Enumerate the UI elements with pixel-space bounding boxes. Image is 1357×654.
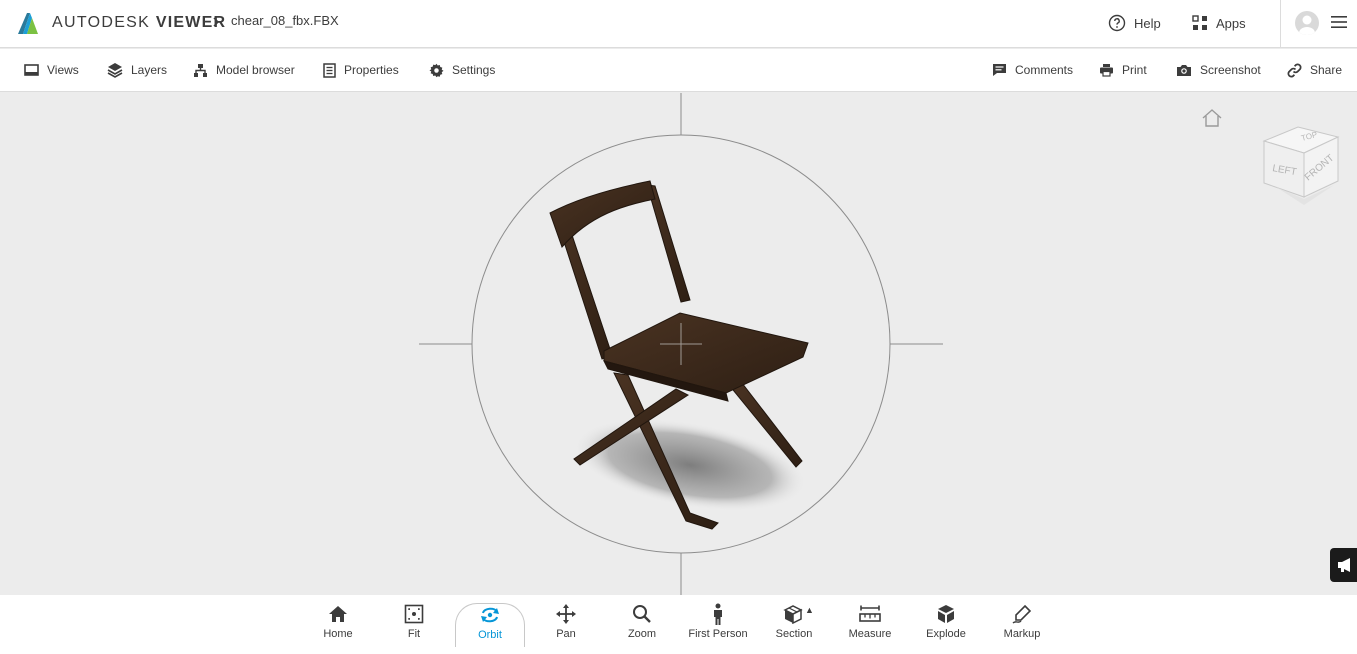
tool-first-person[interactable]: First Person	[683, 603, 753, 647]
model-browser-icon	[194, 63, 207, 77]
apps-label: Apps	[1216, 15, 1246, 31]
gear-icon	[429, 63, 444, 77]
tool-section[interactable]: ▲ Section	[759, 603, 829, 647]
orbit-icon	[481, 607, 499, 623]
tool-orbit-label: Orbit	[478, 629, 502, 641]
share-button[interactable]: Share	[1287, 61, 1342, 79]
feedback-tab[interactable]	[1330, 548, 1357, 582]
megaphone-icon	[1338, 558, 1350, 572]
views-button[interactable]: Views	[24, 61, 79, 79]
app-header: AUTODESK VIEWER chear_08_fbx.FBX Help Ap…	[0, 0, 1357, 48]
comments-label: Comments	[1015, 63, 1074, 77]
help-label: Help	[1134, 15, 1161, 31]
link-icon	[1287, 63, 1302, 77]
viewcube-home-icon[interactable]	[1200, 107, 1224, 129]
brand-autodesk: AUTODESK	[52, 14, 151, 31]
settings-button[interactable]: Settings	[429, 61, 495, 79]
properties-label: Properties	[344, 63, 399, 77]
tool-orbit[interactable]: Orbit	[455, 603, 525, 647]
layers-icon	[107, 63, 123, 78]
tool-zoom[interactable]: Zoom	[607, 603, 677, 647]
avatar[interactable]	[1295, 11, 1319, 35]
apps-grid-icon	[1192, 15, 1207, 30]
user-avatar-icon	[1299, 15, 1315, 35]
views-label: Views	[47, 63, 79, 77]
tool-home[interactable]: Home	[303, 603, 373, 647]
section-icon	[783, 605, 803, 624]
viewer-toolbar: Views Layers Model browser Properties Se…	[0, 49, 1357, 92]
comment-icon	[993, 64, 1006, 76]
apps-button[interactable]: Apps	[1192, 12, 1246, 34]
screenshot-label: Screenshot	[1200, 63, 1261, 77]
tool-zoom-label: Zoom	[627, 628, 657, 640]
tool-pan-label: Pan	[556, 628, 576, 640]
hamburger-menu-icon[interactable]	[1331, 15, 1347, 29]
app-brand[interactable]: AUTODESK VIEWER	[52, 14, 226, 32]
home-icon	[329, 606, 347, 622]
scene-canvas[interactable]	[0, 93, 1357, 595]
navigation-toolbar: Home Fit Orbit Pan Zoom First Person ▲ S…	[0, 595, 1357, 654]
views-icon	[24, 63, 39, 76]
fit-icon	[404, 604, 424, 624]
share-label: Share	[1310, 63, 1343, 77]
help-icon	[1108, 14, 1126, 32]
printer-icon	[1100, 64, 1113, 77]
tool-first-person-label: First Person	[688, 628, 748, 640]
print-button[interactable]: Print	[1099, 61, 1147, 79]
viewcube[interactable]: TOP LEFT FRONT	[1256, 119, 1342, 209]
person-icon	[714, 603, 722, 625]
help-button[interactable]: Help	[1108, 12, 1161, 34]
screenshot-button[interactable]: Screenshot	[1176, 61, 1261, 79]
autodesk-logo-icon[interactable]	[16, 11, 40, 35]
tool-home-label: Home	[323, 628, 353, 640]
tool-fit-label: Fit	[407, 628, 421, 640]
layers-label: Layers	[131, 63, 168, 77]
print-label: Print	[1122, 63, 1147, 77]
tool-measure[interactable]: Measure	[835, 603, 905, 647]
header-divider	[1280, 0, 1281, 48]
tool-section-label: Section	[775, 628, 813, 640]
properties-button[interactable]: Properties	[323, 61, 399, 79]
settings-label: Settings	[452, 63, 496, 77]
camera-icon	[1177, 65, 1191, 76]
comments-button[interactable]: Comments	[992, 61, 1073, 79]
tool-markup[interactable]: Markup	[987, 603, 1057, 647]
measure-icon	[859, 605, 881, 622]
model-browser-button[interactable]: Model browser	[193, 61, 295, 79]
explode-icon	[938, 605, 954, 623]
pan-icon	[556, 604, 576, 624]
tool-explode-label: Explode	[926, 628, 966, 640]
tool-measure-label: Measure	[848, 628, 892, 640]
model-browser-label: Model browser	[216, 63, 295, 77]
file-name: chear_08_fbx.FBX	[231, 13, 339, 28]
model-viewport[interactable]: TOP LEFT FRONT	[0, 93, 1357, 595]
zoom-icon	[633, 605, 651, 623]
tool-pan[interactable]: Pan	[531, 603, 601, 647]
chair-shadow	[573, 418, 807, 512]
chevron-right-icon	[213, 17, 220, 27]
section-menu-caret-icon[interactable]: ▲	[805, 605, 814, 615]
tool-fit[interactable]: Fit	[379, 603, 449, 647]
layers-button[interactable]: Layers	[107, 61, 167, 79]
markup-icon	[1012, 604, 1032, 624]
viewcube-graphic: TOP LEFT FRONT	[1262, 126, 1340, 205]
tool-explode[interactable]: Explode	[911, 603, 981, 647]
tool-markup-label: Markup	[1003, 628, 1041, 640]
properties-icon	[323, 62, 336, 78]
